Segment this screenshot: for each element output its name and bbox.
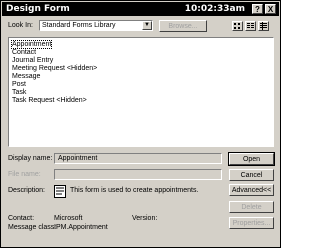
advanced-button[interactable]: Advanced<<: [229, 184, 274, 196]
browse-button[interactable]: Browse...: [159, 20, 207, 32]
list-item[interactable]: Appointment: [10, 40, 53, 49]
small-icons-view-icon[interactable]: [245, 21, 256, 31]
forms-list[interactable]: Appointment Contact Journal Entry Meetin…: [8, 37, 274, 147]
help-button[interactable]: ?: [252, 4, 263, 14]
open-button[interactable]: Open: [228, 152, 275, 166]
close-button[interactable]: X: [265, 4, 276, 14]
delete-button[interactable]: Delete: [229, 201, 274, 213]
title-bar[interactable]: Design Form 10:02:33am ? X: [2, 2, 279, 16]
list-item[interactable]: Contact: [12, 49, 36, 56]
file-name-label: File name:: [8, 171, 41, 178]
list-item[interactable]: Task Request <Hidden>: [12, 97, 87, 104]
display-name-label: Display name:: [8, 155, 53, 162]
large-icons-view-icon[interactable]: [232, 21, 243, 31]
display-name-field[interactable]: Appointment: [54, 153, 222, 164]
cancel-button[interactable]: Cancel: [229, 169, 274, 181]
look-in-label: Look In:: [8, 22, 33, 29]
contact-value: Microsoft: [54, 215, 83, 222]
list-item[interactable]: Message: [12, 73, 40, 80]
details-view-icon[interactable]: [258, 21, 269, 31]
display-name-value: Appointment: [58, 155, 98, 162]
list-item[interactable]: Meeting Request <Hidden>: [12, 65, 97, 72]
clock: 10:02:33am: [184, 4, 245, 14]
contact-label: Contact:: [8, 215, 35, 222]
message-class-value: IPM.Appointment: [54, 224, 108, 231]
list-item[interactable]: Post: [12, 81, 26, 88]
message-class-label: Message class:: [8, 224, 57, 231]
file-name-field[interactable]: [54, 169, 222, 180]
description-value: This form is used to create appointments…: [70, 187, 199, 194]
list-item[interactable]: Task: [12, 89, 26, 96]
form-icon: [54, 185, 66, 198]
list-item[interactable]: Journal Entry: [12, 57, 53, 64]
properties-button[interactable]: Properties...: [229, 217, 274, 229]
look-in-dropdown[interactable]: Standard Forms Library ▼: [39, 20, 153, 31]
look-in-value: Standard Forms Library: [42, 22, 116, 29]
description-label: Description:: [8, 187, 45, 194]
chevron-down-icon[interactable]: ▼: [142, 21, 152, 30]
window-title: Design Form: [6, 4, 70, 14]
design-form-dialog: Design Form 10:02:33am ? X Look In: Stan…: [0, 0, 281, 248]
version-label: Version:: [132, 215, 158, 222]
